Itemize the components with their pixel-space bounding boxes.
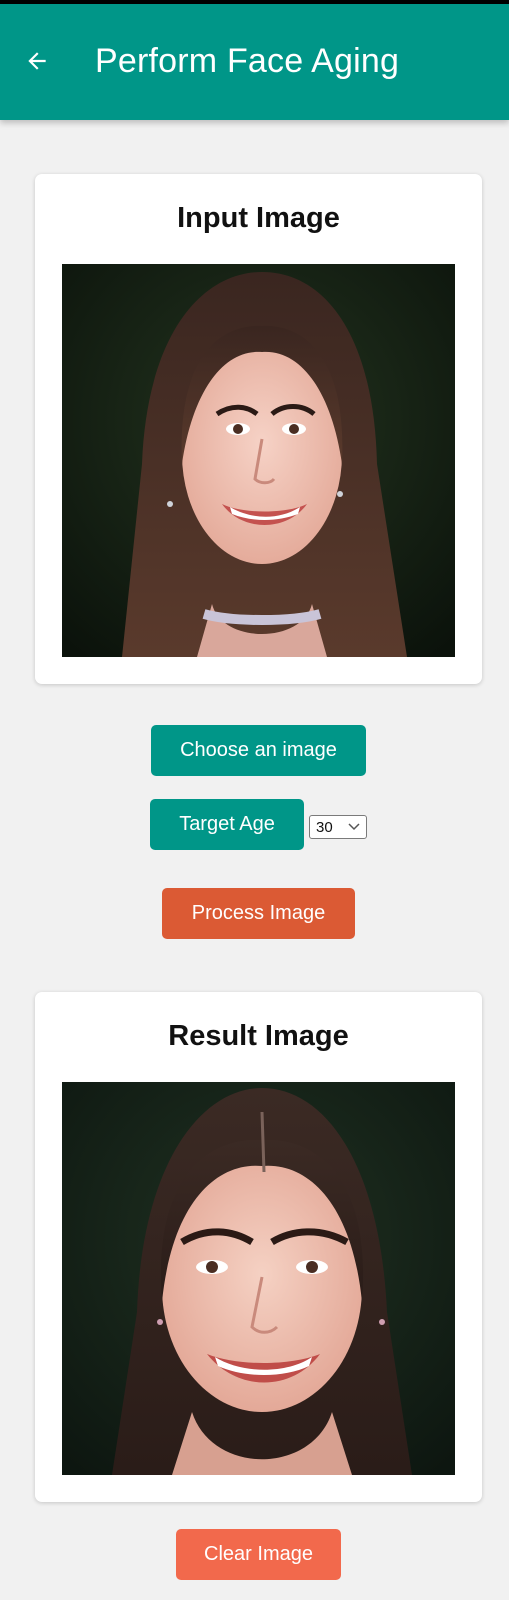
input-image — [62, 264, 455, 657]
input-image-card: Input Image — [35, 174, 482, 684]
arrow-left-icon — [28, 52, 46, 70]
target-age-select[interactable]: 30 — [309, 815, 367, 839]
back-button[interactable] — [20, 44, 54, 78]
result-image — [62, 1082, 455, 1475]
result-image-card: Result Image — [35, 992, 482, 1502]
chevron-down-icon — [348, 823, 360, 831]
result-image-title: Result Image — [168, 1020, 349, 1052]
app-bar: Perform Face Aging — [0, 4, 509, 120]
input-image-title: Input Image — [177, 202, 340, 234]
process-image-button[interactable]: Process Image — [162, 888, 355, 939]
page-title: Perform Face Aging — [95, 42, 400, 80]
target-age-button[interactable]: Target Age — [150, 799, 304, 850]
clear-image-button[interactable]: Clear Image — [176, 1529, 341, 1580]
target-age-value: 30 — [316, 818, 333, 836]
choose-image-button[interactable]: Choose an image — [151, 725, 366, 776]
